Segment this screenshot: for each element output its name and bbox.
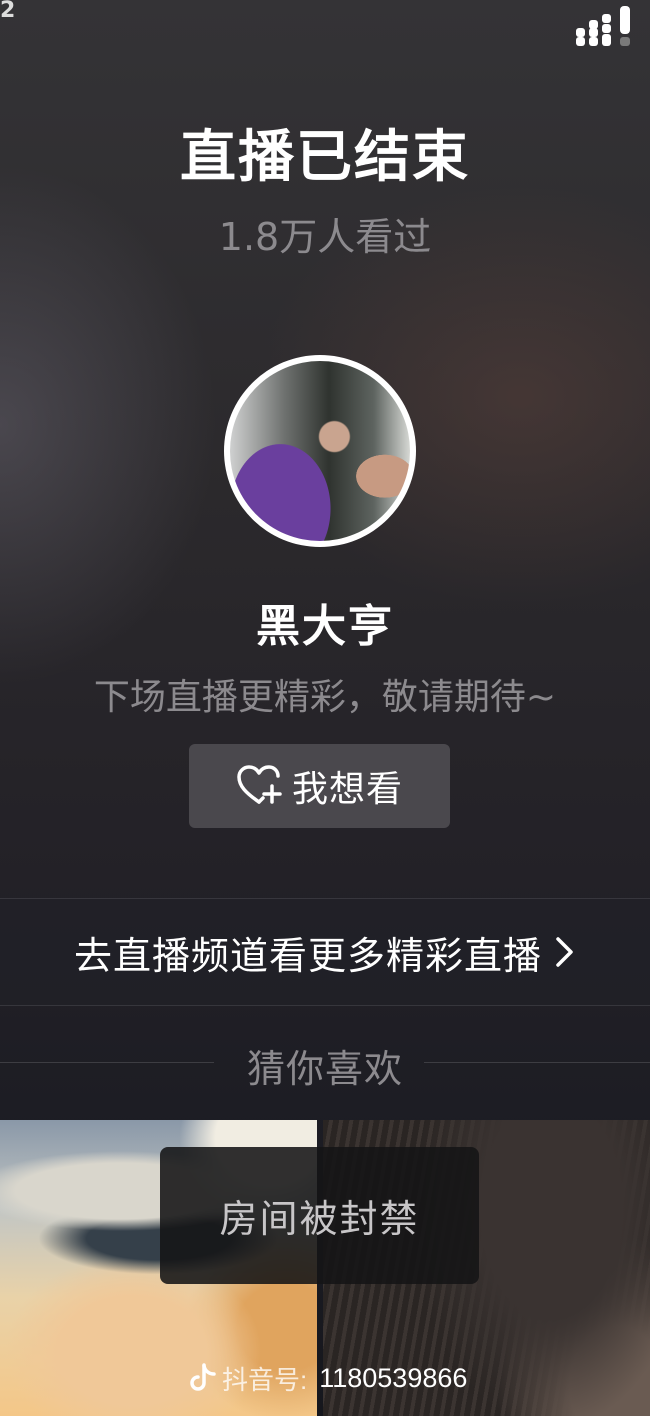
signal-dots-icon [576,6,630,46]
recommend-header: 猜你喜欢 [0,1034,650,1091]
douyin-logo-icon [190,1363,216,1391]
douyin-id-watermark: 抖音号: 1180539866 [190,1356,467,1400]
live-channel-link[interactable]: 去直播频道看更多精彩直播 [0,898,650,1006]
heart-plus-icon [237,765,282,804]
want-to-watch-button[interactable]: 我想看 [189,744,450,828]
host-avatar-photo [230,361,410,541]
room-banned-label: 房间被封禁 [219,1197,420,1241]
status-corner-mark: 2 [0,0,16,23]
host-avatar[interactable] [224,355,416,547]
host-slogan: 下场直播更精彩，敬请期待~ [93,677,557,718]
live-ended-title: 直播已结束 [180,125,470,190]
douyin-id-value: 1180539866 [319,1362,468,1393]
want-to-watch-label: 我想看 [291,769,403,810]
live-channel-label: 去直播频道看更多精彩直播 [73,933,542,978]
recommend-label: 猜你喜欢 [246,1047,403,1091]
douyin-id-label: 抖音号: [222,1364,308,1395]
host-nickname[interactable]: 黑大亨 [0,590,650,654]
viewer-count: 1.8万人看过 [218,215,432,259]
divider-right [424,1062,650,1063]
chevron-right-icon [556,937,573,967]
room-banned-overlay: 房间被封禁 [160,1147,479,1284]
